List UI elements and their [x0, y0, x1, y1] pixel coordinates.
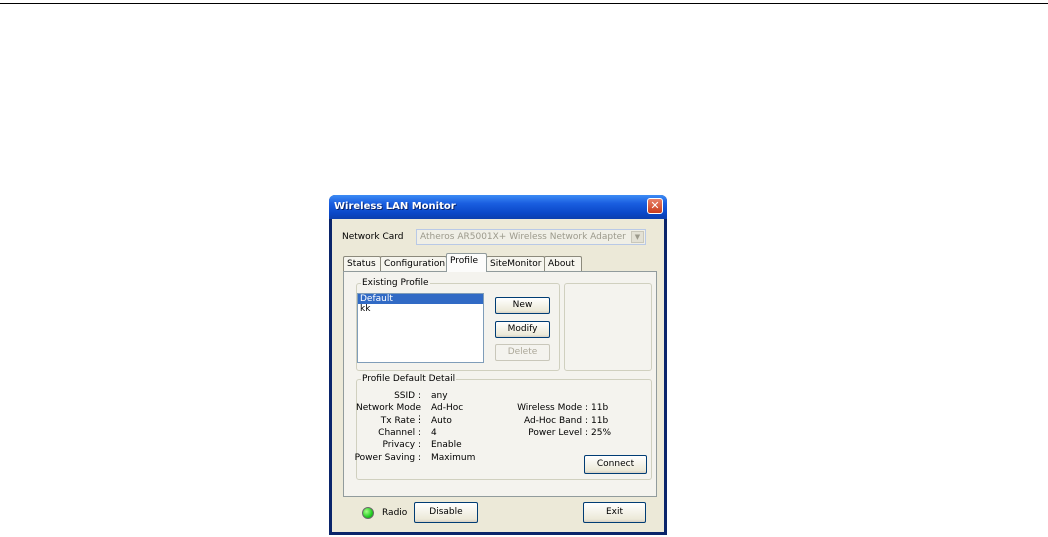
network-card-label: Network Card: [342, 232, 404, 242]
delete-button[interactable]: Delete: [495, 344, 550, 361]
list-item[interactable]: Default: [358, 294, 483, 304]
list-item[interactable]: kk: [358, 304, 483, 314]
wireless-mode-label: Wireless Mode :: [517, 403, 588, 413]
adhoc-band-label: Ad-Hoc Band :: [523, 416, 588, 426]
network-card-select[interactable]: Atheros AR5001X+ Wireless Network Adapte…: [416, 229, 646, 245]
tab-status[interactable]: Status: [343, 256, 381, 271]
network-mode-value: Ad-Hoc: [431, 403, 464, 413]
new-button[interactable]: New: [495, 297, 550, 314]
tab-about-label: About: [548, 259, 575, 269]
tab-about[interactable]: About: [544, 256, 582, 271]
power-saving-label: Power Saving :: [354, 453, 421, 463]
profile-detail-legend: Profile Default Detail: [361, 374, 457, 384]
ssid-value: any: [431, 391, 448, 401]
tab-configuration[interactable]: Configuration: [380, 256, 447, 271]
chevron-down-icon[interactable]: ▼: [631, 231, 644, 243]
channel-value: 4: [431, 428, 437, 438]
power-level-label: Power Level :: [528, 428, 588, 438]
tab-configuration-label: Configuration: [384, 259, 446, 269]
tx-rate-value: Auto: [431, 416, 452, 426]
existing-profile-legend: Existing Profile: [361, 278, 430, 288]
privacy-value: Enable: [431, 440, 462, 450]
tx-rate-label: Tx Rate :: [380, 416, 421, 426]
wireless-mode-value: 11b: [591, 403, 609, 413]
connect-button[interactable]: Connect: [584, 455, 647, 474]
modify-button[interactable]: Modify: [495, 321, 550, 338]
close-button[interactable]: ✕: [647, 198, 663, 214]
window-title: Wireless LAN Monitor: [334, 201, 456, 212]
tab-sitemonitor[interactable]: SiteMonitor: [486, 256, 545, 271]
close-icon: ✕: [650, 199, 660, 212]
exit-button[interactable]: Exit: [583, 502, 646, 523]
profile-list[interactable]: Default kk: [357, 293, 484, 363]
adhoc-band-value: 11b: [591, 416, 609, 426]
radio-label: Radio: [382, 508, 408, 518]
tab-profile[interactable]: Profile: [446, 253, 487, 272]
power-level-value: 25%: [591, 428, 612, 438]
privacy-label: Privacy :: [382, 440, 421, 450]
disable-button[interactable]: Disable: [414, 502, 478, 523]
status-led-icon: [362, 507, 374, 519]
wireless-lan-monitor-window: Wireless LAN Monitor ✕ Network Card Athe…: [329, 195, 667, 535]
title-bar[interactable]: Wireless LAN Monitor ✕: [329, 195, 667, 219]
channel-label: Channel :: [378, 428, 421, 438]
power-saving-value: Maximum: [431, 453, 476, 463]
tab-profile-label: Profile: [450, 256, 478, 266]
tab-sitemonitor-label: SiteMonitor: [490, 259, 542, 269]
page-top-rule: [0, 3, 1048, 4]
network-card-value: Atheros AR5001X+ Wireless Network Adapte…: [420, 232, 626, 242]
profile-preview-panel: [564, 283, 652, 371]
tab-status-label: Status: [347, 259, 376, 269]
ssid-label: SSID :: [394, 391, 421, 401]
